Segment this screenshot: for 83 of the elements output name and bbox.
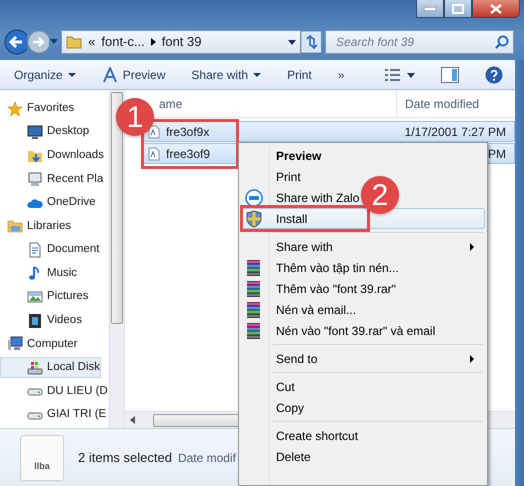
address-bar[interactable]: « font-c... font 39 (61, 30, 302, 54)
column-header[interactable]: Date modified (405, 94, 480, 112)
document-icon (27, 242, 43, 258)
menu-item[interactable]: Cut (241, 376, 485, 397)
menu-item[interactable]: Preview (241, 145, 485, 166)
nav-item[interactable]: Local Disk (0, 357, 102, 378)
scroll-left-icon[interactable] (129, 416, 137, 424)
file-row[interactable]: fre3of9x 1/17/2001 7:27 PM (143, 121, 515, 142)
books-icon (245, 280, 263, 298)
maximize-button[interactable] (444, 0, 472, 18)
maximize-icon (452, 4, 464, 14)
folder-icon (66, 35, 82, 49)
search-input[interactable]: Search font 39 (334, 32, 496, 52)
monitor-icon (27, 124, 43, 140)
menu-item[interactable]: Nén và email... (241, 299, 485, 320)
preview-icon (102, 66, 118, 82)
monitor-icon (27, 171, 43, 188)
forward-icon[interactable] (27, 30, 49, 54)
nav-item[interactable]: DU LIEU (D (0, 380, 109, 402)
books-icon (245, 322, 263, 340)
books-icon (245, 301, 263, 319)
file-name: fre3of9x (166, 124, 210, 140)
drive-icon (27, 360, 43, 376)
nav-item[interactable]: Downloads (0, 145, 105, 166)
font-file-icon (148, 124, 160, 138)
overflow-chevron[interactable]: « (88, 32, 96, 52)
menu-item[interactable]: Send to (241, 348, 485, 369)
nav-item[interactable]: Computer (0, 334, 78, 355)
details-label: Date modif (178, 450, 236, 466)
column-header[interactable]: ame (159, 94, 182, 112)
close-icon (490, 4, 502, 14)
menu-item[interactable]: Nén vào "font 39.rar" và email (241, 320, 485, 341)
folder-icon (7, 218, 23, 234)
toolbar-button[interactable]: Share with (191, 66, 262, 84)
search-icon[interactable] (495, 35, 510, 49)
toolbar-button[interactable]: Preview (102, 66, 166, 84)
breadcrumb-arrow-icon[interactable] (150, 38, 156, 46)
nav-item[interactable]: Favorites (0, 98, 76, 119)
books-icon (245, 259, 263, 277)
minimize-button[interactable] (416, 0, 444, 18)
shield-icon (245, 210, 263, 228)
menu-item[interactable]: Create shortcut (241, 425, 485, 446)
nav-item[interactable]: Pictures (0, 286, 90, 308)
menu-item[interactable]: Delete (241, 446, 485, 467)
refresh-icon[interactable] (301, 31, 322, 53)
menu-item[interactable]: Share with (241, 236, 485, 257)
menu-item[interactable]: Thêm vào tập tin nén... (241, 257, 485, 278)
toolbar-button[interactable]: Print (287, 66, 312, 84)
view-options-icon[interactable] (385, 68, 415, 82)
nav-item[interactable]: Recent Pla (0, 168, 104, 190)
font-file-icon (148, 146, 160, 160)
nav-item[interactable]: Videos (0, 310, 83, 332)
nav-item[interactable]: Desktop (0, 122, 90, 143)
close-button[interactable] (472, 0, 520, 18)
nav-item[interactable]: Music (0, 262, 78, 284)
search-field[interactable]: Search font 39 (325, 30, 514, 54)
selection-summary: 2 items selected (78, 448, 172, 467)
font-thumbnail: llba (20, 434, 64, 480)
menu-item[interactable]: Thêm vào "font 39.rar" (241, 278, 485, 299)
picture-icon (27, 289, 43, 305)
computer-icon (7, 336, 23, 352)
history-caret-icon[interactable] (50, 39, 58, 45)
star-icon (7, 100, 23, 116)
nav-item[interactable]: GIAI TRI (E (0, 404, 108, 426)
nav-item[interactable]: Libraries (0, 216, 72, 237)
toolbar-button[interactable]: » (338, 66, 344, 84)
back-icon[interactable] (4, 29, 28, 55)
breadcrumb-segment[interactable]: font 39 (162, 32, 202, 52)
date-text: 1/17/2001 7:27 PM (404, 124, 507, 140)
breadcrumb-segment[interactable]: font-c... (101, 32, 145, 52)
date-text: PM (488, 146, 507, 162)
help-icon[interactable] (485, 66, 503, 84)
preview-pane-icon[interactable] (441, 66, 459, 82)
film-icon (27, 312, 43, 329)
dropdown-caret-icon[interactable] (288, 40, 296, 44)
scrollbar[interactable] (109, 90, 124, 428)
nav-item[interactable]: Document (0, 239, 100, 260)
nav-item[interactable]: OneDrive (0, 192, 97, 214)
menu-item[interactable]: Copy (241, 397, 485, 418)
minimize-icon (424, 6, 436, 10)
file-name: free3of9 (166, 146, 210, 162)
toolbar-button[interactable]: Organize (14, 66, 76, 84)
menu-item[interactable]: Install (241, 208, 485, 229)
